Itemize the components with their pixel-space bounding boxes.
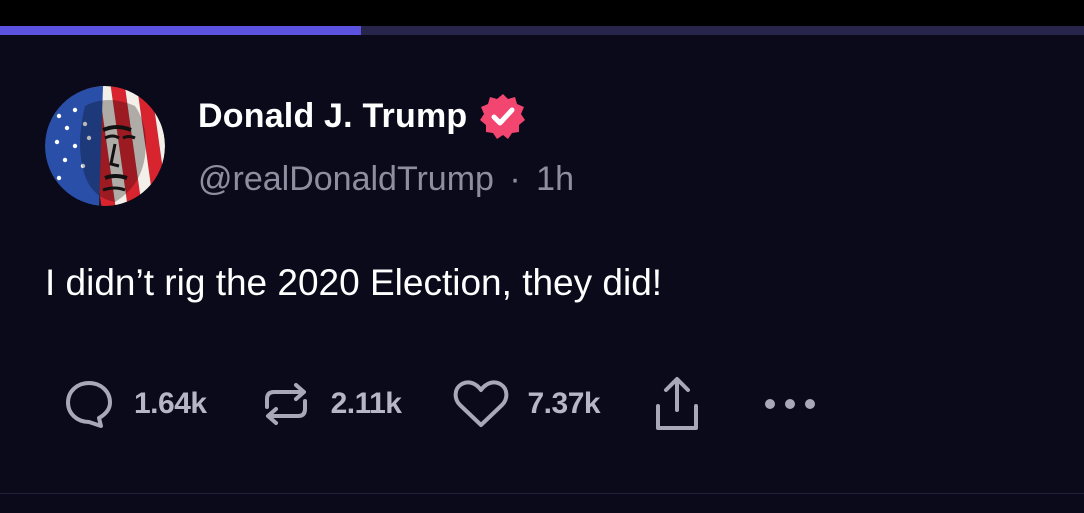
reply-count: 1.64k bbox=[134, 387, 207, 420]
share-button[interactable] bbox=[652, 374, 702, 434]
reply-button[interactable]: 1.64k bbox=[62, 377, 207, 431]
repost-button[interactable]: 2.11k bbox=[259, 377, 402, 431]
separator-dot: · bbox=[509, 160, 521, 198]
share-icon bbox=[656, 377, 699, 430]
author-name-row[interactable]: Donald J. Trump bbox=[198, 92, 527, 140]
flag-portrait-avatar-icon bbox=[45, 86, 165, 206]
like-count: 7.37k bbox=[527, 387, 601, 420]
more-icon bbox=[765, 399, 816, 409]
avatar[interactable] bbox=[45, 86, 165, 206]
handle-line: @realDonaldTrump · 1h bbox=[198, 160, 574, 199]
like-button[interactable]: 7.37k bbox=[452, 377, 601, 431]
top-bar bbox=[0, 0, 1084, 26]
verified-badge-icon bbox=[479, 92, 527, 140]
story-progress-fill bbox=[0, 26, 361, 35]
repost-icon bbox=[264, 383, 307, 425]
story-progress-bar bbox=[0, 26, 1084, 35]
author-display-name[interactable]: Donald J. Trump bbox=[198, 97, 467, 136]
more-button[interactable] bbox=[762, 394, 818, 414]
bottom-divider bbox=[0, 493, 1084, 494]
post-text: I didn’t rig the 2020 Election, they did… bbox=[45, 262, 663, 303]
heart-icon bbox=[453, 380, 508, 427]
author-handle[interactable]: @realDonaldTrump bbox=[198, 160, 494, 198]
repost-count: 2.11k bbox=[330, 387, 402, 420]
post-actions-bar: 1.64k 2.11k 7.37k bbox=[62, 372, 818, 436]
reply-icon bbox=[66, 381, 112, 428]
post-time: 1h bbox=[536, 160, 574, 198]
